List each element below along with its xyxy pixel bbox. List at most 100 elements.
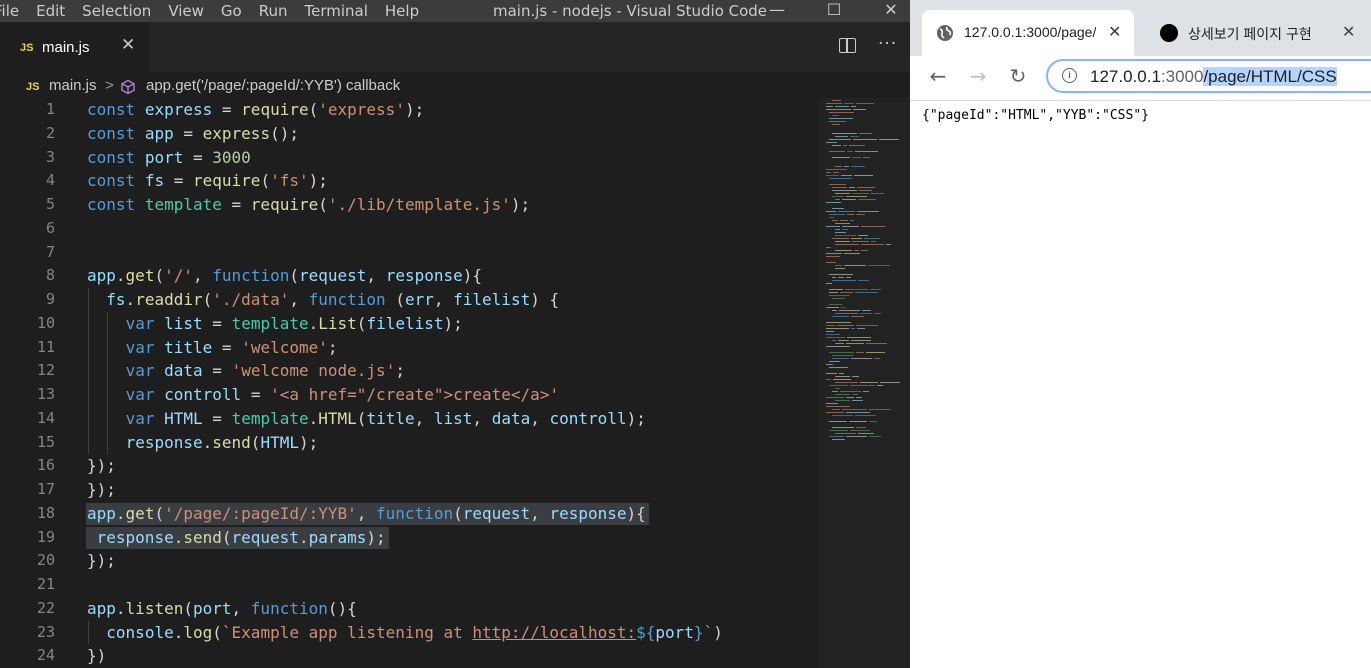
code-text[interactable]: var data = 'welcome node.js'; <box>87 359 405 383</box>
code-text[interactable]: const express = require('express'); <box>87 98 424 122</box>
minimap-line <box>840 292 853 293</box>
code-line[interactable]: 18 app.get('/page/:pageId/:YYB', function… <box>0 502 818 526</box>
minimap-line <box>860 313 872 314</box>
code-line[interactable]: 9 fs.readdir('./data', function (err, fi… <box>0 288 818 312</box>
code-text[interactable]: console.log(`Example app listening at ht… <box>87 621 723 645</box>
minimap-line <box>829 217 834 218</box>
breadcrumb-symbol[interactable]: app.get('/page/:pageId/:YYB') callback <box>146 74 400 98</box>
code-text[interactable]: fs.readdir('./data', function (err, file… <box>87 288 559 312</box>
code-text[interactable]: var controll = '<a href="/create">create… <box>87 383 560 407</box>
menu-view[interactable]: View <box>168 0 204 22</box>
code-text[interactable]: var HTML = template.HTML(title, list, da… <box>87 407 646 431</box>
minimap[interactable] <box>818 98 910 668</box>
address-bar[interactable]: i 127.0.0.1:3000/page/HTML/CSS <box>1046 59 1371 93</box>
reload-icon[interactable]: ↻ <box>1006 64 1030 88</box>
code-text[interactable]: app.listen(port, function(){ <box>87 597 357 621</box>
code-line[interactable]: 3 const port = 3000 <box>0 146 818 170</box>
minimap-line <box>886 244 891 245</box>
minimap-line <box>829 304 842 305</box>
code-line[interactable]: 20}); <box>0 549 818 573</box>
minimap-line <box>853 109 866 110</box>
code-line[interactable]: 6 <box>0 217 818 241</box>
code-text[interactable]: }); <box>87 549 116 573</box>
code-text[interactable]: response.send(request.params); <box>87 526 386 550</box>
close-icon[interactable]: ✕ <box>1342 22 1355 42</box>
minimap-line <box>829 214 845 215</box>
code-line[interactable]: 23 console.log(`Example app listening at… <box>0 620 818 645</box>
menu-selection[interactable]: Selection <box>82 0 151 22</box>
code-line[interactable]: 22 app.listen(port, function(){ <box>0 597 818 621</box>
minimap-line <box>835 250 852 251</box>
code-text[interactable]: const fs = require('fs'); <box>87 169 328 193</box>
close-icon[interactable]: ✕ <box>121 35 135 55</box>
code-text[interactable]: const port = 3000 <box>87 146 251 170</box>
menu-file[interactable]: File <box>0 0 19 22</box>
more-actions-icon[interactable]: ··· <box>878 34 897 54</box>
minimap-line <box>859 190 872 191</box>
code-text[interactable]: }); <box>87 478 116 502</box>
minimap-line <box>832 298 845 299</box>
minimap-line <box>832 340 836 341</box>
split-editor-icon[interactable] <box>839 38 856 53</box>
code-line[interactable]: 14 var HTML = template.HTML(title, list,… <box>0 406 818 431</box>
minimap-line <box>880 382 900 383</box>
code-line[interactable]: 12 var data = 'welcome node.js'; <box>0 359 818 383</box>
menu-edit[interactable]: Edit <box>36 0 65 22</box>
code-text[interactable]: var title = 'welcome'; <box>87 336 338 360</box>
code-line[interactable]: 4 const fs = require('fs'); <box>0 169 818 193</box>
close-window-icon[interactable]: ✕ <box>876 0 906 22</box>
code-line[interactable]: 11 var title = 'welcome'; <box>0 335 818 360</box>
code-line[interactable]: 8 app.get('/', function(request, response… <box>0 264 818 288</box>
maximize-icon[interactable]: ☐ <box>819 0 849 22</box>
code-text[interactable]: }); <box>87 454 116 478</box>
minimap-line <box>826 331 834 332</box>
minimap-line <box>835 235 856 236</box>
code-text[interactable]: const template = require('./lib/template… <box>87 193 530 217</box>
browser-tab[interactable]: 상세보기 페이지 구현 ✕ <box>1146 10 1371 56</box>
code-text[interactable]: app.get('/', function(request, response)… <box>87 264 482 288</box>
code-line[interactable]: 7 <box>0 241 818 265</box>
code-line[interactable]: 2 const app = express(); <box>0 122 818 146</box>
code-line[interactable]: 10 var list = template.List(filelist); <box>0 311 818 336</box>
menu-run[interactable]: Run <box>259 0 288 22</box>
minimap-line <box>829 151 845 152</box>
code-line[interactable]: 1 const express = require('express'); <box>0 98 818 122</box>
menu-help[interactable]: Help <box>385 0 419 22</box>
minimap-line <box>826 403 838 404</box>
menu-terminal[interactable]: Terminal <box>305 0 368 22</box>
minimap-line <box>874 313 881 314</box>
minimap-line <box>835 265 842 266</box>
info-icon[interactable]: i <box>1062 68 1077 83</box>
js-file-icon: JS <box>20 42 34 54</box>
minimap-line <box>835 343 844 344</box>
minimap-line <box>835 199 840 200</box>
code-line[interactable]: 21 <box>0 573 818 597</box>
minimap-line <box>850 220 854 221</box>
code-line[interactable]: 19 response.send(request.params); <box>0 526 818 550</box>
code-line[interactable]: 13 var controll = '<a href="/create">cre… <box>0 383 818 407</box>
code-text[interactable]: var list = template.List(filelist); <box>87 312 463 336</box>
browser-tab-active[interactable]: 127.0.0.1:3000/page/ ✕ <box>922 10 1134 56</box>
code-text[interactable]: app.get('/page/:pageId/:YYB', function(r… <box>87 502 646 526</box>
code-line[interactable]: 15 response.send(HTML); <box>0 430 818 455</box>
code-line[interactable]: 5 const template = require('./lib/templat… <box>0 193 818 217</box>
code-editor[interactable]: 1 const express = require('express'); 2 con… <box>0 98 818 668</box>
tab-main-js[interactable]: JS main.js ✕ <box>0 22 150 73</box>
breadcrumb-file[interactable]: main.js <box>49 74 97 98</box>
minimize-icon[interactable]: — <box>762 0 792 22</box>
code-text[interactable]: response.send(HTML); <box>87 431 319 455</box>
code-line[interactable]: 16}); <box>0 454 818 478</box>
minimap-line <box>835 382 858 383</box>
url-text[interactable]: 127.0.0.1:3000/page/HTML/CSS <box>1090 67 1337 87</box>
minimap-line <box>846 343 864 344</box>
forward-arrow-icon[interactable]: → <box>966 64 990 88</box>
code-text[interactable]: const app = express(); <box>87 122 299 146</box>
code-line[interactable]: 24}) <box>0 644 818 668</box>
menu-go[interactable]: Go <box>221 0 242 22</box>
breadcrumb: JS main.js > app.get('/page/:pageId/:YYB… <box>0 74 910 98</box>
minimap-line <box>844 253 860 254</box>
close-icon[interactable]: ✕ <box>1108 22 1121 42</box>
code-line[interactable]: 17}); <box>0 478 818 502</box>
code-text[interactable]: }) <box>87 644 106 668</box>
back-arrow-icon[interactable]: ← <box>926 64 950 88</box>
